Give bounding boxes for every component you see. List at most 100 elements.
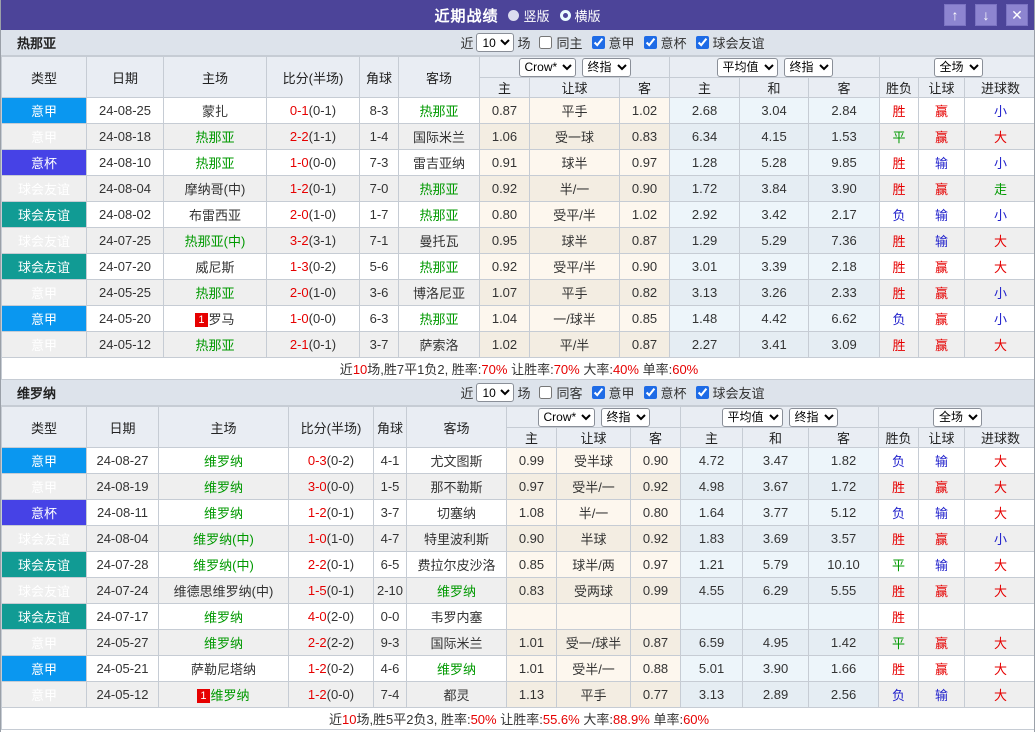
odds-handicap-cell: 受一球 xyxy=(530,124,620,150)
league-type-cell: 意甲 xyxy=(2,682,87,708)
away-team-name: 热那亚 xyxy=(419,104,458,119)
odds-home-cell: 0.91 xyxy=(480,150,530,176)
recent-count-select[interactable]: 10 xyxy=(476,383,514,402)
halftime-score: (0-2) xyxy=(327,453,354,468)
summary-segment-7: 40% xyxy=(613,362,639,377)
table-row: 意甲24-05-27维罗纳2-2(2-2)9-3国际米兰1.01受一/球半0.8… xyxy=(2,630,1035,656)
score-cell: 2-0(1-0) xyxy=(267,280,360,306)
league-filter-checkbox-2[interactable] xyxy=(696,36,709,49)
home-team-name: 维罗纳(中) xyxy=(193,558,254,573)
average-final-select[interactable]: 终指 xyxy=(789,408,838,427)
scroll-up-button[interactable]: ↑ xyxy=(944,4,966,26)
corners-cell: 5-6 xyxy=(360,254,399,280)
layout-radio-vertical-label: 竖版 xyxy=(523,6,549,25)
odds-away-cell: 1.02 xyxy=(620,202,670,228)
odds-home-cell: 1.13 xyxy=(507,682,557,708)
col-type-header: 类型 xyxy=(2,407,87,448)
home-team-name: 热那亚 xyxy=(195,286,234,301)
odds-final-select[interactable]: 终指 xyxy=(582,58,631,77)
average-select[interactable]: 平均值 xyxy=(717,58,778,77)
avg-away-cell: 2.17 xyxy=(809,202,880,228)
result-outcome-header: 胜负 xyxy=(880,78,919,98)
league-filter-checkbox-1[interactable] xyxy=(644,386,657,399)
home-team-name: 维罗纳 xyxy=(204,506,243,521)
scroll-down-button[interactable]: ↓ xyxy=(975,4,997,26)
outcome-cell: 胜 xyxy=(880,280,919,306)
odds-home-cell: 0.83 xyxy=(507,578,557,604)
odds-handicap-cell: 受一/球半 xyxy=(557,630,631,656)
recent-count-select[interactable]: 10 xyxy=(476,33,514,52)
handicap-result-cell: 赢 xyxy=(919,306,965,332)
league-filter-checkbox-0[interactable] xyxy=(592,386,605,399)
outcome-cell: 胜 xyxy=(879,578,919,604)
scope-select[interactable]: 全场 xyxy=(934,58,983,77)
odds-away-cell: 0.97 xyxy=(631,552,681,578)
avg-home-cell: 3.13 xyxy=(681,682,743,708)
home-team-cell: 布雷西亚 xyxy=(164,202,267,228)
table-row: 球会友谊24-07-24维德思维罗纳(中)1-5(0-1)2-10维罗纳0.83… xyxy=(2,578,1035,604)
halftime-score: (0-1) xyxy=(327,557,354,572)
avg-away-cell: 3.90 xyxy=(809,176,880,202)
odds-home-cell xyxy=(507,604,557,630)
avg-draw-cell: 5.29 xyxy=(740,228,809,254)
odds-company-select[interactable]: Crow* xyxy=(538,408,595,427)
close-button[interactable]: ✕ xyxy=(1006,4,1028,26)
avg-home-cell: 1.29 xyxy=(670,228,740,254)
table-row: 意甲24-05-21萨勒尼塔纳1-2(0-2)4-6维罗纳1.01受半/一0.8… xyxy=(2,656,1035,682)
odds-company-select[interactable]: Crow* xyxy=(519,58,576,77)
handicap-result-cell: 输 xyxy=(919,448,965,474)
home-team-cell: 维罗纳 xyxy=(159,630,289,656)
home-team-name: 维罗纳 xyxy=(211,688,250,703)
near-label: 近 xyxy=(460,33,473,52)
avg-home-cell: 1.48 xyxy=(670,306,740,332)
avg-away-cell: 2.33 xyxy=(809,280,880,306)
avg-draw-cell: 3.42 xyxy=(740,202,809,228)
odds-home-cell: 1.01 xyxy=(507,630,557,656)
home-team-name: 威尼斯 xyxy=(195,260,234,275)
handicap-result-cell: 赢 xyxy=(919,578,965,604)
window-title: 近期战绩 xyxy=(434,5,498,26)
odds-away-cell: 0.87 xyxy=(620,332,670,358)
same-venue-checkbox[interactable] xyxy=(539,36,552,49)
summary-segment-0: 近 xyxy=(329,712,342,727)
avg-home-cell: 1.83 xyxy=(681,526,743,552)
league-filter-checkbox-0[interactable] xyxy=(592,36,605,49)
league-filter-checkbox-1[interactable] xyxy=(644,36,657,49)
average-select[interactable]: 平均值 xyxy=(722,408,783,427)
league-type-cell: 意甲 xyxy=(2,448,87,474)
fulltime-score: 4-0 xyxy=(308,609,327,624)
layout-radio-horizontal[interactable]: 横版 xyxy=(560,6,601,25)
average-final-select[interactable]: 终指 xyxy=(784,58,833,77)
outcome-cell: 胜 xyxy=(879,474,919,500)
avg-home-cell: 4.72 xyxy=(681,448,743,474)
away-team-cell: 博洛尼亚 xyxy=(399,280,480,306)
home-team-name: 热那亚 xyxy=(195,338,234,353)
league-filter-checkbox-2[interactable] xyxy=(696,386,709,399)
avg-away-cell: 6.62 xyxy=(809,306,880,332)
odds-handicap-cell: 受平/半 xyxy=(530,202,620,228)
away-team-cell: 都灵 xyxy=(407,682,507,708)
outcome-cell: 负 xyxy=(880,202,919,228)
result-group-selects: 全场 xyxy=(880,58,1035,77)
avg-away-cell: 1.53 xyxy=(809,124,880,150)
odds-handicap-cell: 受平/半 xyxy=(530,254,620,280)
score-cell: 1-0(1-0) xyxy=(289,526,374,552)
layout-radio-vertical[interactable]: 竖版 xyxy=(508,6,549,25)
handicap-result-cell: 赢 xyxy=(919,656,965,682)
table-row: 球会友谊24-08-04摩纳哥(中)1-2(0-1)7-0热那亚0.92半/一0… xyxy=(2,176,1035,202)
summary-segment-5: 55.6% xyxy=(543,712,580,727)
table-footer: 近10场,胜5平2负3, 胜率:50% 让胜率:55.6% 大率:88.9% 单… xyxy=(2,708,1035,730)
avg-home-cell: 6.59 xyxy=(681,630,743,656)
table-row: 球会友谊24-07-17维罗纳4-0(2-0)0-0韦罗内塞胜 xyxy=(2,604,1035,630)
avg-away-cell: 7.36 xyxy=(809,228,880,254)
same-venue-label: 同主 xyxy=(556,33,582,52)
same-venue-checkbox[interactable] xyxy=(539,386,552,399)
corners-cell: 7-0 xyxy=(360,176,399,202)
odds-away-header: 客 xyxy=(631,428,681,448)
odds-final-select[interactable]: 终指 xyxy=(601,408,650,427)
avg-draw-cell: 3.90 xyxy=(743,656,809,682)
handicap-result-cell: 赢 xyxy=(919,124,965,150)
league-type-cell: 球会友谊 xyxy=(2,176,87,202)
scope-select[interactable]: 全场 xyxy=(933,408,982,427)
avg-draw-cell: 4.95 xyxy=(743,630,809,656)
